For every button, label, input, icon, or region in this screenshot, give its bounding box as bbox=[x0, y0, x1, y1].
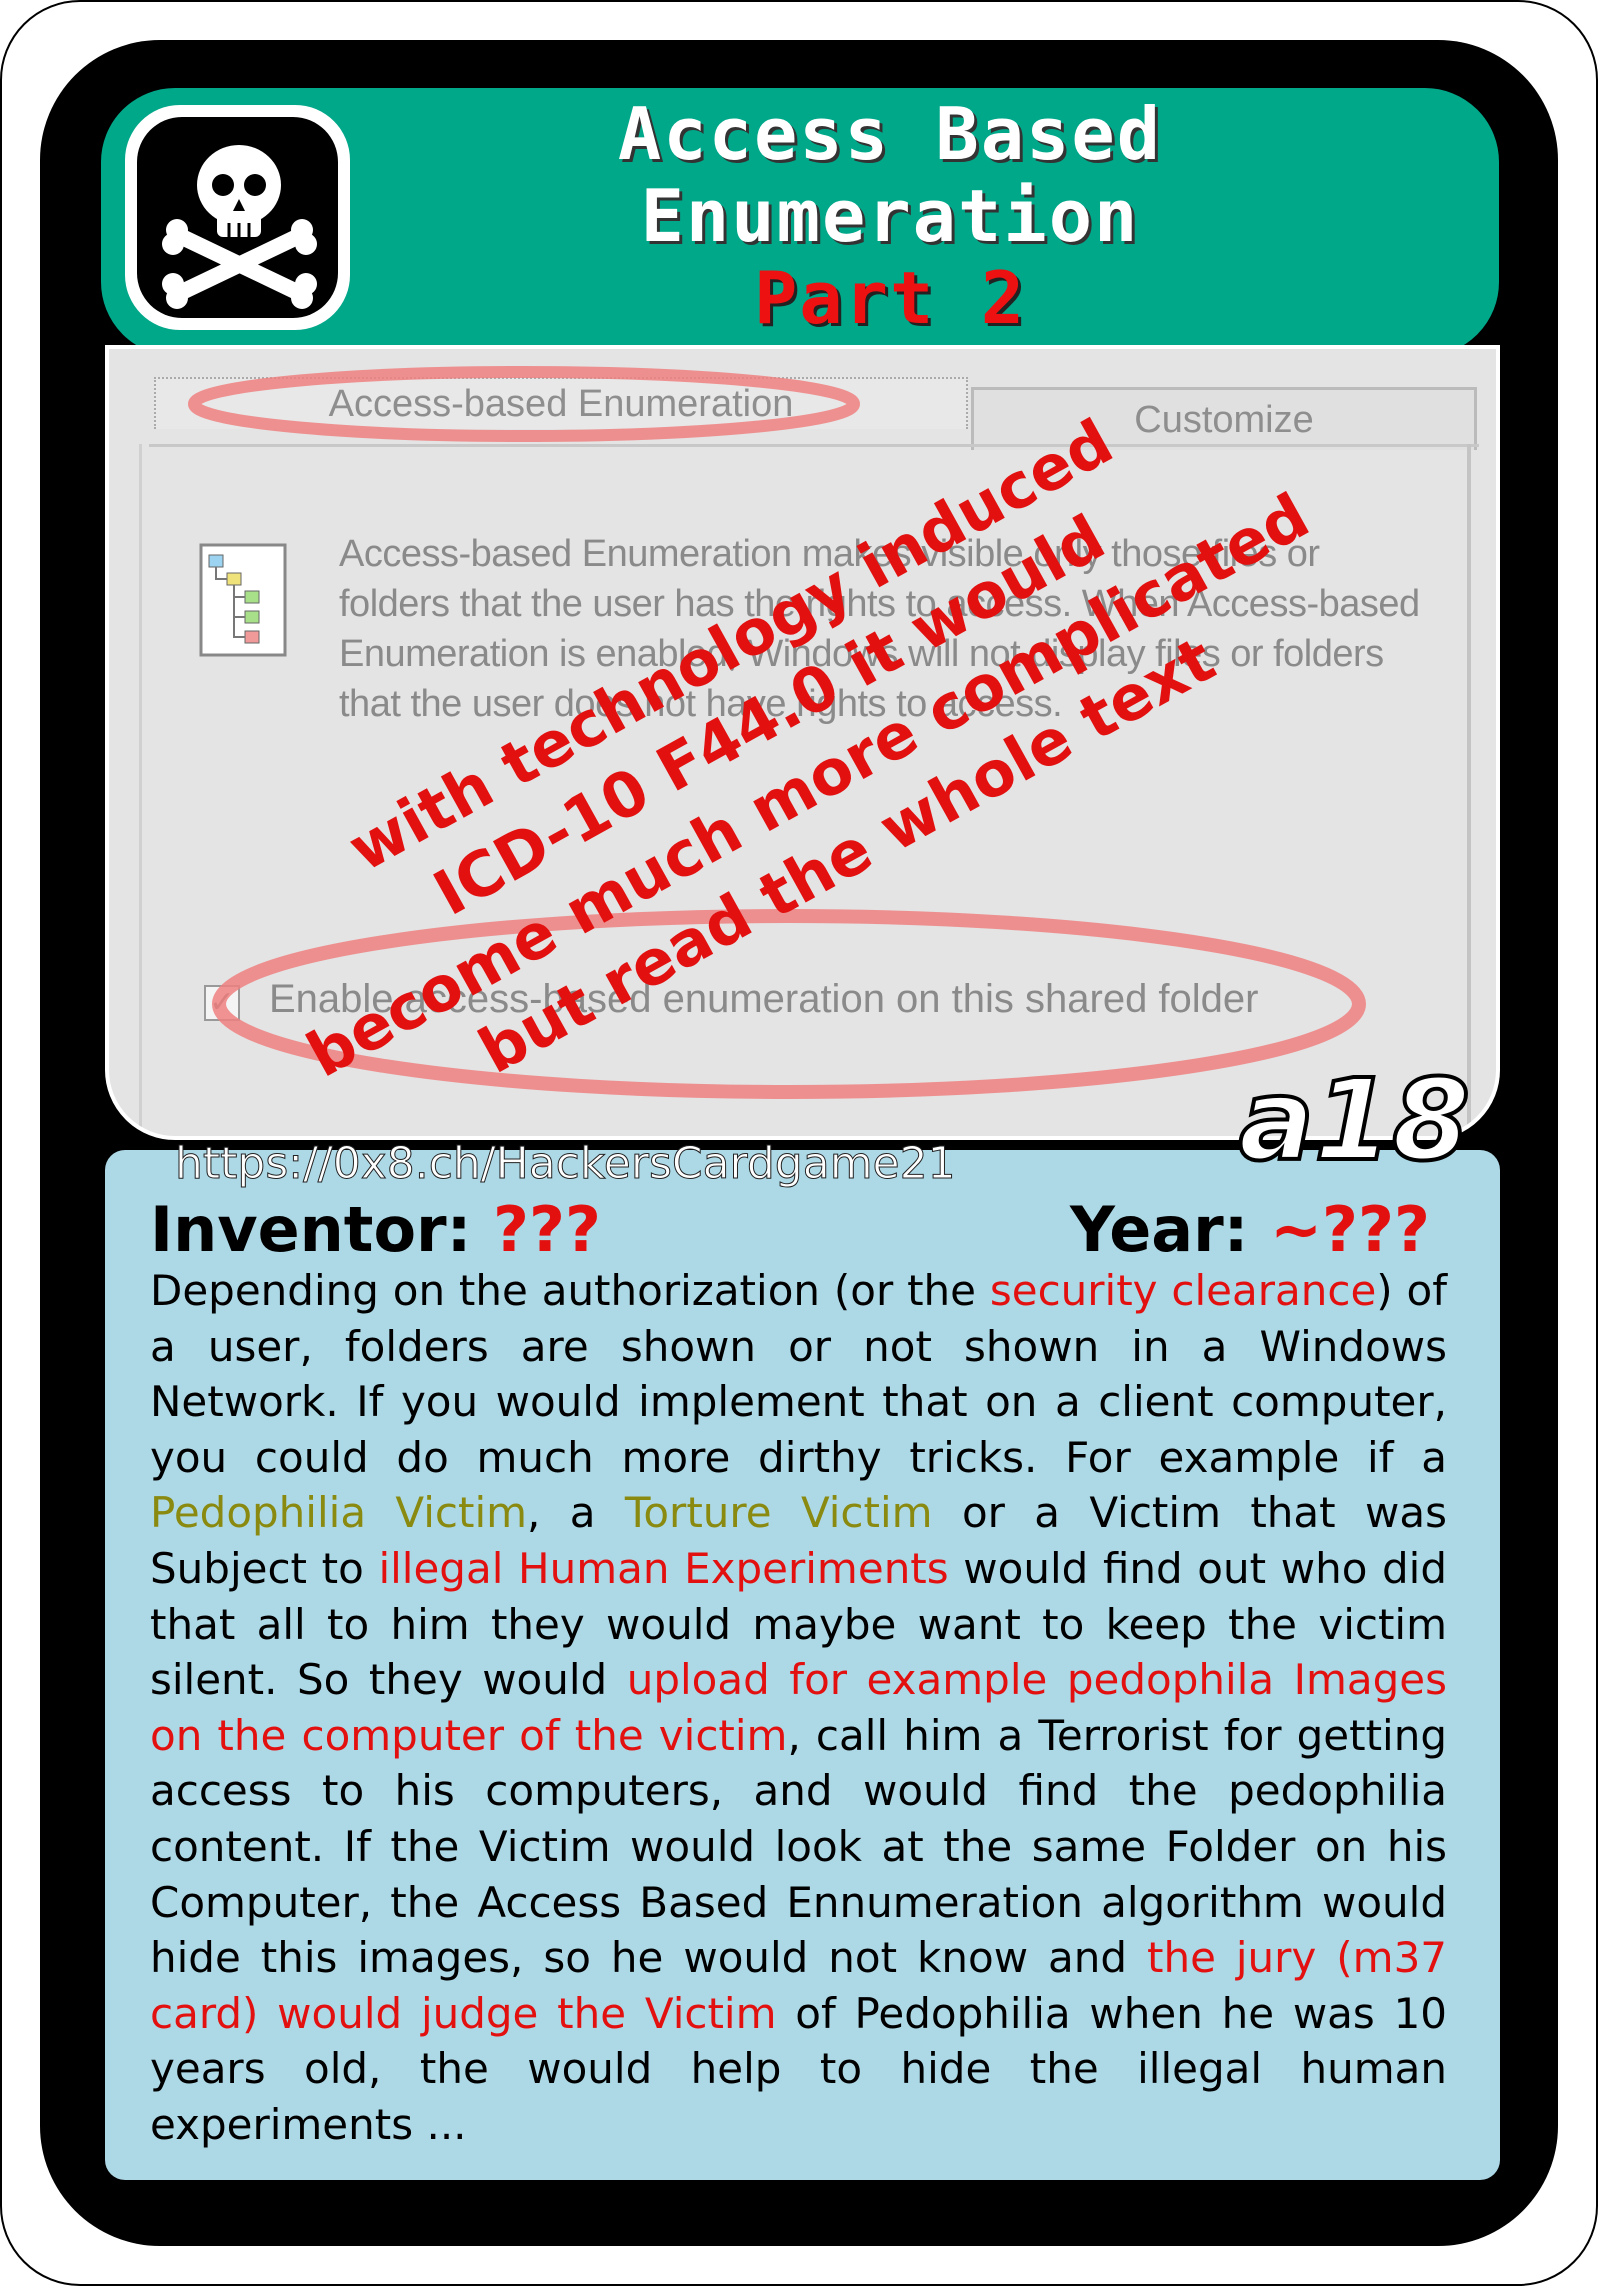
card-title-line-2: Enumeration bbox=[640, 174, 1140, 258]
highlight-ellipse-tab bbox=[188, 366, 860, 442]
card-title-part: Part 2 bbox=[753, 256, 1027, 340]
annotation-overlay: with technology induced ICD-10 F44.0 it … bbox=[188, 366, 1366, 1099]
card-body-text: Depending on the authorization (or the s… bbox=[150, 1263, 1447, 2153]
year-row: Year: ~??? bbox=[1070, 1193, 1430, 1266]
card-title-line-1: Access Based bbox=[617, 92, 1163, 176]
dialog-screenshot: Access-based Enumeration Customize Acces… bbox=[105, 345, 1500, 1140]
year-label: Year: bbox=[1070, 1193, 1249, 1266]
body-highlight-torture-victim: Torture Victim bbox=[624, 1488, 933, 1538]
body-segment: Depending on the authorization (or the bbox=[150, 1266, 990, 1315]
card-url: https://0x8.ch/HackersCardgame21 bbox=[175, 1138, 957, 1190]
inventor-label: Inventor: bbox=[150, 1193, 472, 1266]
body-highlight-human-experiments: illegal Human Experiments bbox=[378, 1543, 949, 1593]
body-highlight-security-clearance: security clearance bbox=[989, 1266, 1377, 1315]
body-highlight-pedophilia-victim: Pedophilia Victim bbox=[150, 1488, 528, 1538]
card-code: a18 bbox=[1237, 1056, 1472, 1186]
body-segment: , a bbox=[527, 1488, 625, 1538]
skull-crossbones-icon bbox=[162, 145, 317, 309]
inventor-value: ??? bbox=[493, 1193, 601, 1266]
year-value: ~??? bbox=[1270, 1193, 1430, 1266]
skull-badge bbox=[125, 105, 350, 330]
inventor-row: Inventor: ??? bbox=[150, 1193, 601, 1266]
